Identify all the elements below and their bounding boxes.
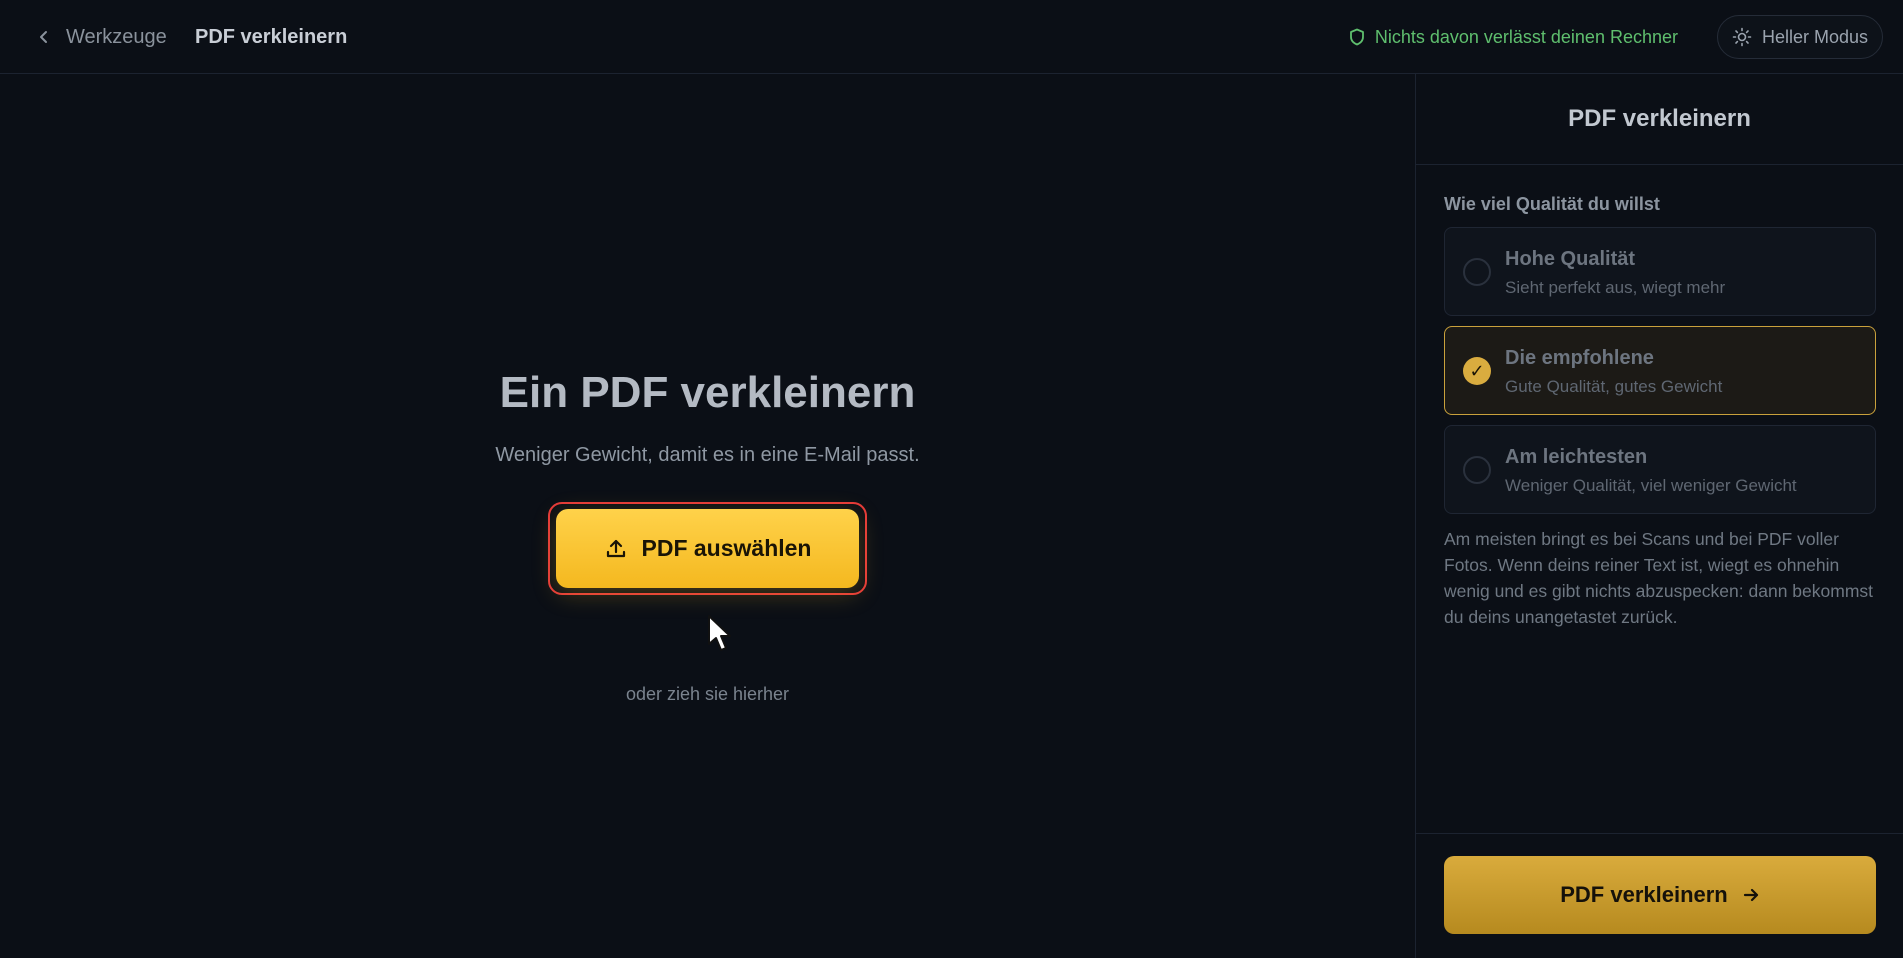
top-bar: Werkzeuge PDF verkleinern Nichts davon v… <box>0 0 1903 74</box>
quality-options-label: Wie viel Qualität du willst <box>1444 194 1660 214</box>
radio-unchecked-icon <box>1463 258 1491 286</box>
page-title: PDF verkleinern <box>195 25 348 48</box>
compress-pdf-button[interactable]: PDF verkleinern <box>1444 856 1876 934</box>
option-title: Hohe Qualität <box>1505 248 1636 270</box>
panel-title: PDF verkleinern <box>1416 74 1903 165</box>
select-pdf-button[interactable]: PDF auswählen <box>556 509 859 588</box>
back-link[interactable]: Werkzeuge <box>36 0 167 74</box>
settings-panel: PDF verkleinern Wie viel Qualität du wil… <box>1415 74 1903 958</box>
upload-area[interactable]: Ein PDF verkleinern Weniger Gewicht, dam… <box>0 74 1415 958</box>
quality-option-lightest[interactable]: Am leichtesten Weniger Qualität, viel we… <box>1444 425 1876 514</box>
quality-option-high[interactable]: Hohe Qualität Sieht perfekt aus, wiegt m… <box>1444 227 1876 316</box>
upload-icon <box>606 539 625 557</box>
option-description: Sieht perfekt aus, wiegt mehr <box>1505 278 1726 297</box>
back-link-label: Werkzeuge <box>66 25 167 48</box>
theme-toggle-label: Heller Modus <box>1761 26 1869 47</box>
panel-footer: PDF verkleinern <box>1416 833 1903 958</box>
quality-option-recommended[interactable]: ✓ Die empfohlene Gute Qualität, gutes Ge… <box>1444 326 1876 415</box>
privacy-notice: Nichts davon verlässt deinen Rechner <box>1349 0 1678 74</box>
hero-title: Ein PDF verkleinern <box>499 368 916 417</box>
hero-subtitle: Weniger Gewicht, damit es in eine E-Mail… <box>495 444 920 466</box>
drop-hint: oder zieh sie hierher <box>625 684 790 704</box>
compress-pdf-label: PDF verkleinern <box>1560 882 1728 907</box>
chevron-left-icon <box>40 31 47 43</box>
privacy-text: Nichts davon verlässt deinen Rechner <box>1374 26 1678 47</box>
option-title: Die empfohlene <box>1505 347 1654 369</box>
option-description: Weniger Qualität, viel weniger Gewicht <box>1505 476 1797 495</box>
option-description: Gute Qualität, gutes Gewicht <box>1505 377 1723 396</box>
arrow-right-icon <box>1743 888 1758 902</box>
option-title: Am leichtesten <box>1505 446 1648 468</box>
sun-icon <box>1732 27 1752 47</box>
compression-note: Am meisten bringt es bei Scans und bei P… <box>1444 529 1874 627</box>
select-pdf-label: PDF auswählen <box>641 535 812 561</box>
check-icon: ✓ <box>1463 357 1491 385</box>
shield-icon <box>1349 28 1364 46</box>
mouse-pointer-icon <box>708 615 731 651</box>
theme-toggle-button[interactable]: Heller Modus <box>1717 15 1883 59</box>
radio-unchecked-icon <box>1463 456 1491 484</box>
